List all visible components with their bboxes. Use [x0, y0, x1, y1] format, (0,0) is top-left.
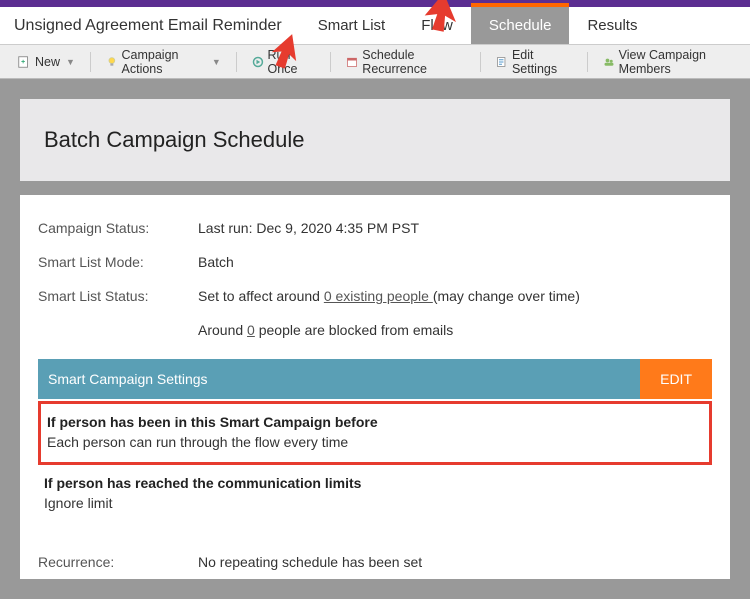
smart-list-mode-value: Batch: [198, 254, 234, 270]
rule2-heading: If person has reached the communication …: [44, 475, 706, 491]
run-once-button[interactable]: Run Once: [243, 44, 325, 80]
tab-results[interactable]: Results: [569, 7, 655, 44]
smart-list-mode-row: Smart List Mode: Batch: [38, 245, 712, 279]
lightbulb-icon: [106, 55, 118, 69]
tab-schedule[interactable]: Schedule: [471, 7, 570, 44]
blocked-row: Around 0 people are blocked from emails: [38, 313, 712, 347]
rule1-heading: If person has been in this Smart Campaig…: [47, 414, 703, 430]
schedule-recurrence-button[interactable]: Schedule Recurrence: [337, 44, 474, 80]
new-button[interactable]: New ▼: [8, 51, 84, 73]
blocked-people-link[interactable]: 0: [247, 322, 255, 338]
rule2-body: Ignore limit: [44, 495, 706, 511]
tab-bar: Unsigned Agreement Email Reminder Smart …: [0, 7, 750, 45]
campaign-actions-button[interactable]: Campaign Actions ▼: [97, 44, 230, 80]
settings-rule-2: If person has reached the communication …: [38, 465, 712, 523]
edit-button[interactable]: EDIT: [640, 359, 712, 399]
edit-settings-icon: [496, 55, 508, 69]
plus-page-icon: [17, 55, 31, 69]
content-card: Campaign Status: Last run: Dec 9, 2020 4…: [20, 195, 730, 579]
caret-icon: ▼: [212, 57, 221, 67]
settings-title: Smart Campaign Settings: [38, 359, 640, 399]
calendar-recurrence-icon: [346, 55, 358, 69]
members-icon: [603, 55, 615, 69]
smart-list-status-value: Set to affect around 0 existing people (…: [198, 288, 580, 304]
smart-campaign-settings-header: Smart Campaign Settings EDIT: [38, 359, 712, 399]
campaign-status-value: Last run: Dec 9, 2020 4:35 PM PST: [198, 220, 419, 236]
recurrence-value: No repeating schedule has been set: [198, 554, 422, 570]
recurrence-row: Recurrence: No repeating schedule has be…: [38, 545, 712, 579]
campaign-status-row: Campaign Status: Last run: Dec 9, 2020 4…: [38, 211, 712, 245]
run-once-icon: [252, 55, 264, 69]
smart-list-status-row: Smart List Status: Set to affect around …: [38, 279, 712, 313]
existing-people-link[interactable]: 0 existing people: [324, 288, 433, 304]
edit-settings-button[interactable]: Edit Settings: [487, 44, 581, 80]
settings-rule-highlighted: If person has been in this Smart Campaig…: [38, 401, 712, 465]
blocked-value: Around 0 people are blocked from emails: [198, 322, 453, 338]
header-card: Batch Campaign Schedule: [20, 99, 730, 181]
rule1-body: Each person can run through the flow eve…: [47, 434, 703, 450]
view-campaign-members-button[interactable]: View Campaign Members: [594, 44, 750, 80]
tab-flow[interactable]: Flow: [403, 7, 471, 44]
campaign-name: Unsigned Agreement Email Reminder: [14, 17, 300, 35]
page-title: Batch Campaign Schedule: [44, 127, 706, 153]
caret-icon: ▼: [66, 57, 75, 67]
tab-smart-list[interactable]: Smart List: [300, 7, 404, 44]
page-body: Batch Campaign Schedule Campaign Status:…: [0, 79, 750, 599]
action-toolbar: New ▼ Campaign Actions ▼ Run Once Schedu…: [0, 45, 750, 79]
top-purple-bar: [0, 0, 750, 7]
